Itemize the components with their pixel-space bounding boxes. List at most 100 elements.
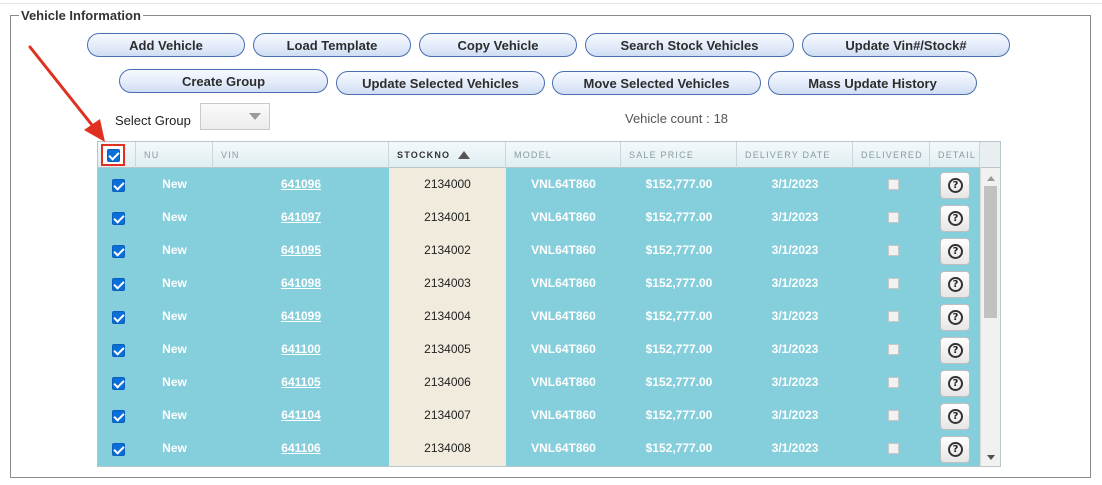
delivered-checkbox[interactable] (888, 179, 899, 190)
cell-sale-price: $152,777.00 (645, 309, 713, 323)
vin-link[interactable]: 641097 (213, 201, 389, 234)
table-row[interactable]: New 641106 2134008 VNL64T860 $152,777.00 3/1/… (98, 432, 980, 465)
delivered-checkbox[interactable] (888, 443, 899, 454)
vertical-scrollbar[interactable] (980, 168, 1000, 466)
copy-vehicle-button[interactable]: Copy Vehicle (419, 33, 577, 57)
column-header-delivered[interactable]: DELIVERED (853, 142, 930, 168)
search-stock-vehicles-button[interactable]: Search Stock Vehicles (585, 33, 794, 57)
cell-nu: New (162, 375, 187, 389)
cell-delivery-date: 3/1/2023 (771, 342, 819, 356)
row-checkbox[interactable] (112, 377, 125, 390)
column-header-sale-price[interactable]: SALE PRICE (621, 142, 737, 168)
column-header-model[interactable]: MODEL (506, 142, 621, 168)
scroll-down-arrow-icon[interactable] (987, 455, 995, 460)
cell-model: VNL64T860 (531, 177, 596, 191)
delivered-checkbox[interactable] (888, 410, 899, 421)
cell-delivery-date: 3/1/2023 (771, 441, 819, 455)
vehicle-grid: NU VIN STOCKNO MODEL SALE PRICE DELIVERY… (97, 141, 1001, 467)
delivered-checkbox[interactable] (888, 377, 899, 388)
row-checkbox[interactable] (112, 344, 125, 357)
delivered-checkbox[interactable] (888, 344, 899, 355)
detail-button[interactable]: ? (940, 238, 970, 265)
load-template-button[interactable]: Load Template (253, 33, 411, 57)
detail-button[interactable]: ? (940, 403, 970, 430)
cell-sale-price: $152,777.00 (645, 210, 713, 224)
grid-header: NU VIN STOCKNO MODEL SALE PRICE DELIVERY… (98, 142, 980, 168)
scroll-corner (980, 142, 1000, 168)
mass-update-history-button[interactable]: Mass Update History (768, 71, 977, 95)
cell-sale-price: $152,777.00 (645, 243, 713, 257)
select-all-checkbox[interactable] (107, 149, 120, 162)
cell-sale-price: $152,777.00 (645, 441, 713, 455)
cell-stockno: 2134000 (424, 177, 471, 191)
cell-sale-price: $152,777.00 (645, 276, 713, 290)
move-selected-vehicles-button[interactable]: Move Selected Vehicles (552, 71, 761, 95)
detail-button[interactable]: ? (940, 172, 970, 199)
row-checkbox[interactable] (112, 212, 125, 225)
table-row[interactable]: New 641104 2134007 VNL64T860 $152,777.00 3/1/… (98, 399, 980, 432)
select-group-dropdown[interactable] (200, 103, 270, 130)
cell-sale-price: $152,777.00 (645, 408, 713, 422)
grid-body: New 641096 2134000 VNL64T860 $152,777.00 3/1/… (98, 168, 980, 466)
cell-delivery-date: 3/1/2023 (771, 177, 819, 191)
sort-ascending-icon (458, 151, 471, 159)
table-row[interactable]: New 641097 2134001 VNL64T860 $152,777.00 3/1/… (98, 201, 980, 234)
cell-nu: New (162, 441, 187, 455)
cell-stockno: 2134007 (424, 408, 471, 422)
cell-stockno: 2134001 (424, 210, 471, 224)
vin-link[interactable]: 641098 (213, 267, 389, 300)
scroll-up-arrow-icon[interactable] (987, 176, 995, 181)
detail-button[interactable]: ? (940, 271, 970, 298)
table-row[interactable]: New 641105 2134006 VNL64T860 $152,777.00 3/1/… (98, 366, 980, 399)
table-row[interactable]: New 641095 2134002 VNL64T860 $152,777.00 3/1/… (98, 234, 980, 267)
delivered-checkbox[interactable] (888, 311, 899, 322)
scroll-thumb[interactable] (984, 186, 997, 318)
update-vin-stock-button[interactable]: Update Vin#/Stock# (802, 33, 1010, 57)
column-header-delivery-date[interactable]: DELIVERY DATE (737, 142, 853, 168)
vin-link[interactable]: 641095 (213, 234, 389, 267)
row-checkbox[interactable] (112, 443, 125, 456)
detail-button[interactable]: ? (940, 337, 970, 364)
select-group-label: Select Group (115, 113, 191, 128)
detail-button[interactable]: ? (940, 370, 970, 397)
cell-model: VNL64T860 (531, 276, 596, 290)
row-checkbox[interactable] (112, 311, 125, 324)
cell-stockno: 2134002 (424, 243, 471, 257)
vin-link[interactable]: 641096 (213, 168, 389, 201)
help-icon: ? (948, 343, 963, 358)
row-checkbox[interactable] (112, 278, 125, 291)
vin-link[interactable]: 641106 (213, 432, 389, 465)
row-checkbox[interactable] (112, 410, 125, 423)
vin-link[interactable]: 641099 (213, 300, 389, 333)
detail-button[interactable]: ? (940, 436, 970, 463)
add-vehicle-button[interactable]: Add Vehicle (87, 33, 245, 57)
delivered-checkbox[interactable] (888, 212, 899, 223)
row-checkbox[interactable] (112, 245, 125, 258)
cell-model: VNL64T860 (531, 210, 596, 224)
detail-button[interactable]: ? (940, 205, 970, 232)
cell-model: VNL64T860 (531, 309, 596, 323)
dropdown-caret-icon (249, 113, 261, 120)
vin-link[interactable]: 641104 (213, 399, 389, 432)
detail-button[interactable]: ? (940, 304, 970, 331)
cell-stockno: 2134006 (424, 375, 471, 389)
column-header-nu[interactable]: NU (136, 142, 213, 168)
row-checkbox[interactable] (112, 179, 125, 192)
help-icon: ? (948, 244, 963, 259)
delivered-checkbox[interactable] (888, 278, 899, 289)
delivered-checkbox[interactable] (888, 245, 899, 256)
cell-stockno: 2134008 (424, 441, 471, 455)
column-header-stockno[interactable]: STOCKNO (389, 142, 506, 168)
table-row[interactable]: New 641096 2134000 VNL64T860 $152,777.00 3/1/… (98, 168, 980, 201)
header-select-cell (98, 142, 136, 168)
vin-link[interactable]: 641100 (213, 333, 389, 366)
vin-link[interactable]: 641105 (213, 366, 389, 399)
table-row[interactable]: New 641098 2134003 VNL64T860 $152,777.00 3/1/… (98, 267, 980, 300)
column-header-detail[interactable]: DETAIL (930, 142, 980, 168)
column-header-stockno-label: STOCKNO (397, 150, 451, 160)
update-selected-vehicles-button[interactable]: Update Selected Vehicles (336, 71, 545, 95)
table-row[interactable]: New 641100 2134005 VNL64T860 $152,777.00 3/1/… (98, 333, 980, 366)
create-group-button[interactable]: Create Group (119, 69, 328, 93)
column-header-vin[interactable]: VIN (213, 142, 389, 168)
table-row[interactable]: New 641099 2134004 VNL64T860 $152,777.00 3/1/… (98, 300, 980, 333)
